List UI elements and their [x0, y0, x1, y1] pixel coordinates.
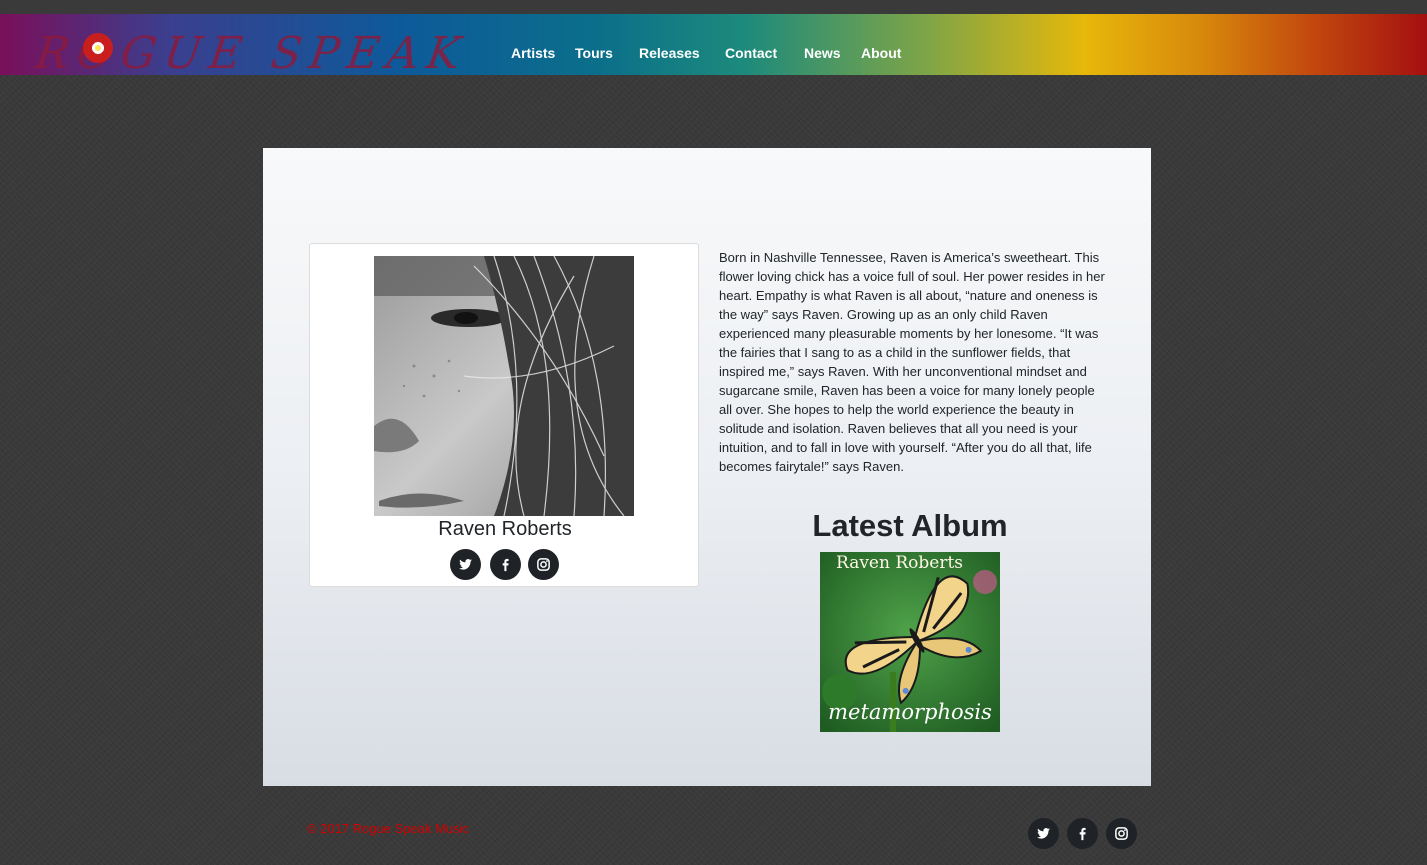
artist-bio: Born in Nashville Tennessee, Raven is Am…: [719, 250, 1105, 474]
footer-social-links: [1028, 818, 1137, 850]
facebook-icon: [1079, 827, 1086, 841]
nav-releases[interactable]: Releases: [639, 45, 700, 61]
site-logo[interactable]: ROGUE SPEAK: [28, 24, 471, 79]
instagram-icon: [537, 558, 550, 571]
top-strip: [0, 0, 1427, 14]
artist-twitter-button[interactable]: [450, 549, 481, 580]
nav-about[interactable]: About: [861, 45, 901, 61]
artist-profile-card: Raven Roberts: [309, 243, 699, 587]
twitter-icon: [458, 559, 473, 570]
artist-instagram-button[interactable]: [528, 549, 559, 580]
twitter-icon: [1036, 828, 1051, 839]
nav-tours[interactable]: Tours: [575, 45, 613, 61]
album-cover-artist: Raven Roberts: [836, 553, 964, 573]
nav-artists[interactable]: Artists: [511, 45, 555, 61]
nav-contact[interactable]: Contact: [725, 45, 777, 61]
artist-facebook-button[interactable]: [490, 549, 521, 580]
logo-record-icon: [83, 33, 113, 63]
instagram-icon: [1115, 827, 1128, 840]
footer-copyright: © 2017 Rogue Speak Music: [307, 821, 470, 836]
nav-news[interactable]: News: [804, 45, 841, 61]
album-cover-title: metamorphosis: [828, 700, 992, 724]
footer-instagram-button[interactable]: [1106, 818, 1137, 849]
artist-panel: Raven Roberts Born in Nashville Tennesse…: [263, 148, 1151, 786]
footer-twitter-button[interactable]: [1028, 818, 1059, 849]
facebook-icon: [502, 558, 509, 572]
footer-facebook-button[interactable]: [1067, 818, 1098, 849]
navbar: ROGUE SPEAK Artists Tours Releases Conta…: [0, 14, 1427, 79]
album-cover[interactable]: Raven Roberts metamorphosis: [820, 552, 1000, 732]
artist-portrait: [374, 256, 634, 516]
artist-name: Raven Roberts: [438, 518, 572, 540]
portrait-image: [374, 256, 634, 516]
latest-album-heading: Latest Album: [812, 508, 1008, 543]
